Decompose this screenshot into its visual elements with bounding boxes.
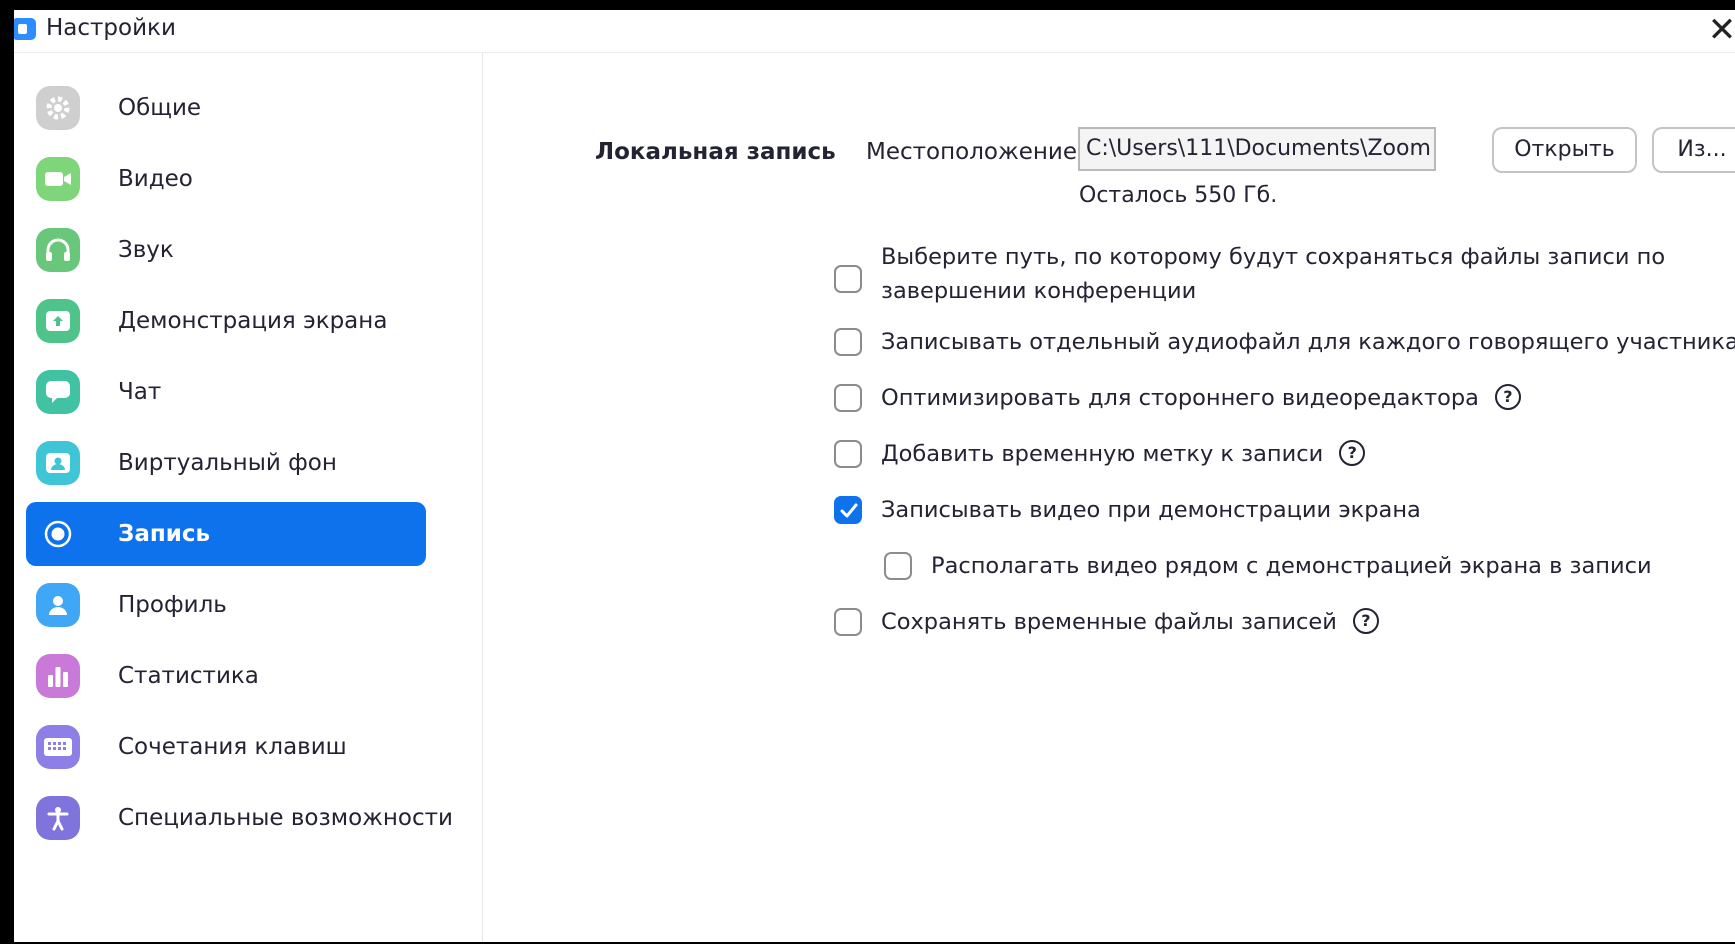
option-label: Оптимизировать для стороннего видеоредак…	[881, 385, 1479, 411]
sidebar-item-label: Статистика	[118, 663, 259, 689]
free-space-label: Осталось 550 Гб.	[1079, 183, 1278, 208]
sidebar-item-recording[interactable]: Запись	[26, 502, 426, 566]
section-title: Локальная запись	[595, 139, 836, 165]
open-folder-button[interactable]: Открыть	[1492, 127, 1637, 173]
record-video-sharing-checkbox[interactable]	[834, 496, 862, 524]
optimize-editor-checkbox[interactable]	[834, 384, 862, 412]
option-label: Записывать видео при демонстрации экрана	[881, 497, 1421, 523]
sidebar-item-label: Запись	[118, 521, 211, 547]
sidebar-item-label: Общие	[118, 95, 202, 121]
sidebar-item-general[interactable]: Общие	[26, 76, 426, 140]
sidebar-item-accessibility[interactable]: Специальные возможности	[26, 786, 453, 850]
option-label-row: Оптимизировать для стороннего видеоредак…	[881, 382, 1521, 415]
location-label: Местоположение:	[866, 139, 1085, 165]
help-icon[interactable]: ?	[1352, 607, 1379, 634]
chat-bubble-icon	[36, 370, 80, 414]
title-bar: Настройки ✕	[14, 10, 1735, 53]
record-icon	[36, 512, 80, 556]
settings-window: Настройки ✕ Общие Видео Звук Демонстраци…	[14, 10, 1735, 942]
close-button[interactable]: ✕	[1704, 12, 1735, 48]
checkmark-icon	[840, 503, 858, 518]
option-label-row: Сохранять временные файлы записей?	[881, 606, 1379, 639]
video-camera-icon	[36, 157, 80, 201]
settings-sidebar: Общие Видео Звук Демонстрация экрана Чат	[14, 53, 483, 942]
option-label: Записывать отдельный аудиофайл для каждо…	[881, 329, 1735, 355]
window-title: Настройки	[46, 15, 176, 41]
recording-settings-panel: Локальная запись Местоположение: C:\User…	[483, 53, 1735, 942]
sidebar-item-label: Сочетания клавиш	[118, 734, 347, 760]
help-icon[interactable]: ?	[1494, 383, 1521, 410]
sidebar-item-label: Виртуальный фон	[118, 450, 337, 476]
choose-path-checkbox[interactable]	[834, 265, 862, 293]
sidebar-item-keyboard-shortcuts[interactable]: Сочетания клавиш	[26, 715, 426, 779]
option-label: Сохранять временные файлы записей	[881, 609, 1337, 635]
video-next-to-share-checkbox[interactable]	[884, 552, 912, 580]
separate-audio-checkbox[interactable]	[834, 328, 862, 356]
keyboard-icon	[36, 725, 80, 769]
sidebar-item-screen-share[interactable]: Демонстрация экрана	[26, 289, 426, 353]
sidebar-item-label: Чат	[118, 379, 162, 405]
option-label-line2: завершении конференции	[881, 278, 1197, 304]
sidebar-item-profile[interactable]: Профиль	[26, 573, 426, 637]
option-label-row: Добавить временную метку к записи?	[881, 438, 1366, 471]
option-label: Добавить временную метку к записи	[881, 441, 1324, 467]
zoom-app-icon	[14, 18, 36, 40]
help-icon[interactable]: ?	[1339, 439, 1366, 466]
profile-icon	[36, 583, 80, 627]
sidebar-item-statistics[interactable]: Статистика	[26, 644, 426, 708]
virtual-background-icon	[36, 441, 80, 485]
sidebar-item-label: Видео	[118, 166, 193, 192]
sidebar-item-virtual-background[interactable]: Виртуальный фон	[26, 431, 426, 495]
recording-path-field[interactable]: C:\Users\111\Documents\Zoom	[1078, 127, 1436, 171]
sidebar-item-label: Демонстрация экрана	[118, 308, 388, 334]
sidebar-item-label: Профиль	[118, 592, 227, 618]
accessibility-icon	[36, 796, 80, 840]
sidebar-item-chat[interactable]: Чат	[26, 360, 426, 424]
keep-temp-files-checkbox[interactable]	[834, 608, 862, 636]
sidebar-item-video[interactable]: Видео	[26, 147, 426, 211]
headphones-icon	[36, 228, 80, 272]
sidebar-item-label: Специальные возможности	[118, 805, 453, 831]
timestamp-checkbox[interactable]	[834, 440, 862, 468]
option-label: Выберите путь, по которому будут сохраня…	[881, 244, 1666, 270]
option-label: Располагать видео рядом с демонстрацией …	[931, 553, 1652, 579]
share-screen-icon	[36, 299, 80, 343]
change-folder-button[interactable]: Из...	[1652, 127, 1735, 173]
sidebar-item-audio[interactable]: Звук	[26, 218, 426, 282]
sidebar-item-label: Звук	[118, 237, 174, 263]
statistics-icon	[36, 654, 80, 698]
gear-icon	[36, 86, 80, 130]
